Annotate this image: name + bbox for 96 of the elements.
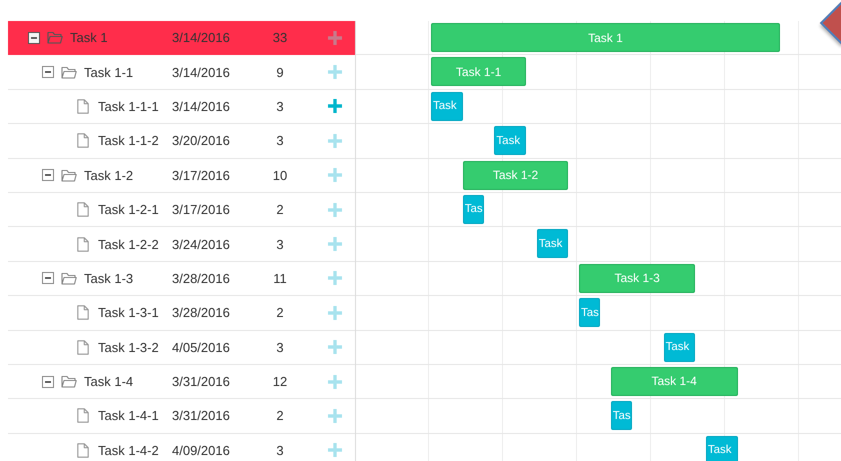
task-bar[interactable]: Task [536,229,568,258]
duration: 3 [275,98,285,114]
start-date: 4/05/2016 [172,340,231,355]
file-icon [77,133,89,148]
task-name: Task 1-4 [84,374,134,390]
task-name: Task 1-1-2 [98,133,159,148]
task-name: Task 1-3-1 [98,305,159,320]
task-name: Task 1-3-2 [98,340,159,355]
file-icon [77,442,89,458]
task-bar[interactable]: Task [664,332,696,362]
duration: 33 [272,30,288,46]
folder-icon [47,31,63,44]
file-icon [77,98,89,114]
file-icon [77,202,89,218]
file-icon [77,340,89,355]
summary-bar[interactable]: Task 1-2 [462,160,568,190]
duration: 3 [275,236,285,252]
duration: 9 [275,64,285,80]
task-row[interactable]: Task 1-4-1 3/31/2016 2 [8,399,355,434]
add-icon[interactable] [328,237,342,252]
folder-icon [61,168,77,182]
duration: 3 [275,133,285,148]
task-row[interactable]: Task 1-2-2 3/24/2016 3 [8,227,355,262]
task-name: Task 1-4-2 [98,442,159,458]
folder-icon [61,272,77,285]
start-date: 3/14/2016 [172,98,231,114]
start-date: 4/09/2016 [172,442,231,458]
add-icon[interactable] [328,271,342,286]
start-date: 3/17/2016 [172,168,231,183]
start-date: 3/28/2016 [172,270,231,286]
duration: 10 [272,168,288,183]
add-icon[interactable] [328,374,342,389]
task-bar[interactable]: Task [706,436,738,461]
start-date: 3/24/2016 [172,236,231,252]
duration: 3 [275,340,285,355]
task-row[interactable]: Task 1-4 3/31/2016 12 [8,364,355,400]
task-bar[interactable]: Tas [579,298,600,328]
duration: 11 [272,270,288,286]
task-name: Task 1-1 [84,64,134,80]
task-name: Task 1-2-2 [98,236,159,252]
duration: 2 [275,305,285,320]
task-row[interactable]: Task 1-2 3/17/2016 10 [8,158,355,193]
start-date: 3/31/2016 [172,408,231,424]
collapse-icon[interactable] [42,66,54,78]
summary-bar[interactable]: Task 1-4 [610,366,738,396]
add-icon[interactable] [328,65,342,80]
add-icon[interactable] [328,168,342,182]
add-icon[interactable] [328,99,342,114]
file-icon [77,408,89,424]
task-name: Task 1 [70,30,108,46]
duration: 2 [275,202,285,218]
add-icon[interactable] [328,30,342,45]
start-date: 3/28/2016 [172,305,231,320]
task-row[interactable]: Task 1 3/14/2016 33 [8,21,355,56]
add-icon[interactable] [328,408,342,423]
file-icon [77,236,89,252]
duration: 3 [275,442,285,458]
summary-bar[interactable]: Task 1-1 [431,57,526,86]
start-date: 3/20/2016 [172,133,231,148]
collapse-icon[interactable] [42,376,54,388]
summary-bar[interactable]: Task 1-3 [579,264,696,293]
collapse-icon[interactable] [42,169,54,182]
task-row[interactable]: Task 1-1-2 3/20/2016 3 [8,124,355,159]
collapse-icon[interactable] [28,32,40,44]
task-name: Task 1-4-1 [98,408,159,424]
task-row[interactable]: Task 1-1-1 3/14/2016 3 [8,90,355,124]
start-date: 3/14/2016 [172,30,231,46]
folder-icon [61,66,77,79]
task-bar[interactable]: Tas [462,194,484,224]
add-icon[interactable] [328,202,342,217]
summary-bar[interactable]: Task 1 [431,23,780,52]
task-row[interactable]: Task 1-2-1 3/17/2016 2 [8,192,355,228]
add-icon[interactable] [328,306,342,320]
add-icon[interactable] [328,443,342,458]
task-row[interactable]: Task 1-3-2 4/05/2016 3 [8,330,355,365]
duration: 12 [272,374,288,390]
task-row[interactable]: Task 1-1 3/14/2016 9 [8,55,355,90]
task-row[interactable]: Task 1-3-1 3/28/2016 2 [8,296,355,331]
task-bar[interactable]: Tas [610,401,632,430]
start-date: 3/17/2016 [172,202,231,218]
task-name: Task 1-2-1 [98,202,159,218]
task-row[interactable]: Task 1-4-2 4/09/2016 3 [8,434,355,461]
task-name: Task 1-2 [84,168,134,183]
folder-icon [61,375,77,388]
task-row[interactable]: Task 1-3 3/28/2016 11 [8,262,355,296]
task-name: Task 1-1-1 [98,98,159,114]
task-bar[interactable]: Task [431,92,463,121]
add-icon[interactable] [328,340,342,354]
start-date: 3/14/2016 [172,64,231,80]
start-date: 3/31/2016 [172,374,231,390]
file-icon [77,305,89,320]
task-bar[interactable]: Task [494,126,526,156]
add-icon[interactable] [328,134,342,148]
collapse-icon[interactable] [42,272,54,284]
duration: 2 [275,408,285,424]
task-name: Task 1-3 [84,270,134,286]
